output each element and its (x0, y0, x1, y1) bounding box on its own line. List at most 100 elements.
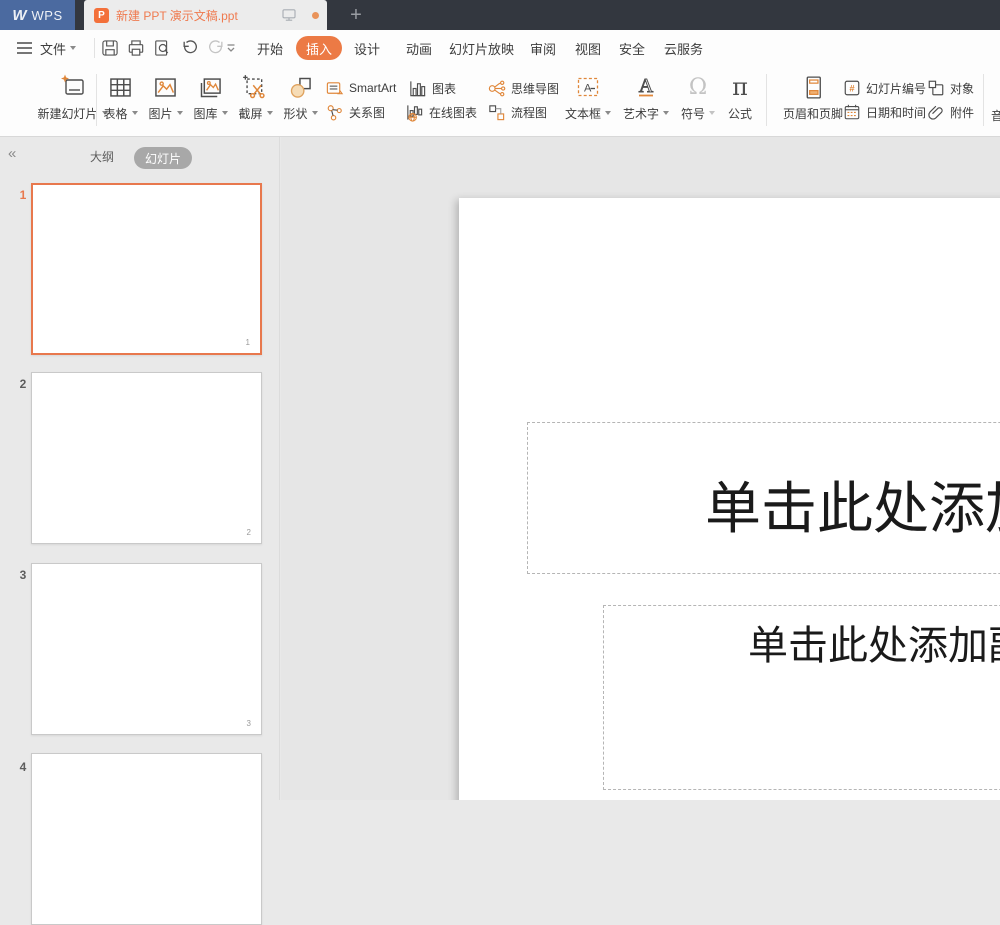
picture-caret-icon (177, 111, 183, 115)
attachment-label: 附件 (950, 104, 974, 121)
titlebar: W WPS P 新建 PPT 演示文稿.ppt + (0, 0, 1000, 30)
object-button[interactable]: 对象 (927, 77, 974, 99)
slide-number-label: 幻灯片编号 (866, 80, 926, 97)
subtitle-placeholder-text[interactable]: 单击此处添加副标题 (748, 613, 1000, 671)
symbol-caret-icon (709, 111, 715, 115)
tab-slides[interactable]: 幻灯片 (134, 147, 192, 169)
menubar: 文件 开始 插入 设计 动画 幻灯片放映 审阅 视图 安全 云服务 (0, 30, 1000, 66)
print-button[interactable] (126, 38, 146, 58)
slide-3-number: 3 (16, 568, 30, 582)
shapes-caret-icon (312, 111, 318, 115)
redo-button[interactable] (206, 38, 226, 58)
wordart-icon: A (632, 70, 660, 104)
shapes-icon (287, 70, 314, 104)
textbox-icon: A (574, 70, 602, 104)
wps-logo[interactable]: W WPS (0, 0, 75, 30)
new-slide-icon (59, 70, 87, 104)
ppt-file-icon: P (94, 8, 109, 23)
online-chart-label: 在线图表 (429, 104, 477, 121)
online-chart-icon (405, 103, 424, 122)
object-icon (927, 79, 945, 97)
main-menu-button[interactable]: 文件 (16, 30, 76, 66)
mindmap-label: 思维导图 (511, 80, 559, 97)
symbol-button[interactable]: Ω 符号 (676, 70, 720, 122)
tab-design[interactable]: 设计 (354, 30, 380, 66)
mindmap-icon (487, 79, 506, 98)
textbox-label: 文本框 (565, 105, 601, 122)
header-footer-label: 页眉和页脚 (783, 105, 843, 122)
chart-button[interactable]: 图表 (408, 77, 456, 99)
quick-toolbar-options-caret[interactable] (226, 30, 236, 66)
new-tab-button[interactable]: + (336, 0, 376, 30)
slide-4-number: 4 (16, 760, 30, 774)
formula-label: 公式 (728, 105, 752, 122)
tab-insert[interactable]: 插入 (296, 36, 342, 60)
ribbon-divider (96, 74, 97, 126)
screenshot-label: 截屏 (238, 105, 262, 122)
save-button[interactable] (100, 38, 120, 58)
ribbon-insert: 新建幻灯片 表格 图片 图库 (0, 66, 1000, 137)
unsaved-indicator-dot (312, 12, 319, 19)
audio-button-partial[interactable]: 音 (991, 104, 1000, 126)
textbox-button[interactable]: A 文本框 (562, 70, 614, 122)
wordart-label: 艺术字 (623, 105, 659, 122)
attachment-paperclip-icon (927, 103, 945, 121)
svg-text:#: # (849, 84, 855, 95)
slide-2-thumbnail[interactable]: 2 (31, 372, 262, 544)
table-button[interactable]: 表格 (98, 70, 143, 122)
tab-outline[interactable]: 大纲 (90, 148, 114, 165)
formula-button[interactable]: π 公式 (720, 70, 760, 122)
ribbon-divider (766, 74, 767, 126)
new-slide-label: 新建幻灯片 (37, 105, 97, 122)
smartart-button[interactable]: SmartArt (325, 77, 396, 99)
flowchart-button[interactable]: 流程图 (487, 101, 547, 123)
textbox-caret-icon (605, 111, 611, 115)
tab-home[interactable]: 开始 (257, 30, 283, 66)
slide-1-number: 1 (16, 188, 30, 202)
smartart-icon (325, 79, 344, 98)
smartart-label: SmartArt (349, 81, 396, 95)
gallery-button[interactable]: 图库 (188, 70, 233, 122)
tab-animation[interactable]: 动画 (406, 30, 432, 66)
slide-4-thumbnail[interactable] (31, 753, 262, 925)
slide-2-page-number: 2 (247, 528, 251, 537)
tab-review[interactable]: 审阅 (530, 30, 556, 66)
chart-label: 图表 (432, 80, 456, 97)
tab-security[interactable]: 安全 (619, 30, 645, 66)
shapes-button[interactable]: 形状 (278, 70, 323, 122)
object-label: 对象 (950, 80, 974, 97)
tab-cloud[interactable]: 云服务 (664, 30, 703, 66)
collapse-panel-button[interactable]: « (8, 145, 16, 162)
slide-1-thumbnail[interactable]: 1 (31, 183, 262, 355)
document-tab-title: 新建 PPT 演示文稿.ppt (116, 7, 274, 24)
relation-chart-label: 关系图 (349, 104, 385, 121)
title-placeholder-text[interactable]: 单击此处添加标题 (705, 464, 1000, 545)
slide-3-thumbnail[interactable]: 3 (31, 563, 262, 735)
slide-page[interactable]: 单击此处添加标题 单击此处添加副标题 (459, 198, 1000, 800)
mindmap-button[interactable]: 思维导图 (487, 77, 559, 99)
attachment-button[interactable]: 附件 (927, 101, 974, 123)
tab-slideshow[interactable]: 幻灯片放映 (449, 30, 514, 66)
file-menu-label: 文件 (40, 39, 66, 58)
gallery-icon (197, 70, 224, 104)
datetime-label: 日期和时间 (866, 104, 926, 121)
online-chart-button[interactable]: 在线图表 (405, 101, 477, 123)
wps-logo-icon: W (12, 7, 26, 24)
undo-button[interactable] (180, 38, 200, 58)
datetime-button[interactable]: 日期和时间 (843, 101, 926, 123)
print-preview-button[interactable] (152, 38, 172, 58)
chart-icon (408, 79, 427, 98)
slide-number-button[interactable]: # 幻灯片编号 (843, 77, 926, 99)
header-footer-button[interactable]: 页眉和页脚 (778, 70, 848, 122)
flowchart-icon (487, 103, 506, 122)
file-menu-caret-icon (70, 46, 76, 50)
tab-view[interactable]: 视图 (575, 30, 601, 66)
present-monitor-icon[interactable] (281, 7, 297, 23)
document-tab[interactable]: P 新建 PPT 演示文稿.ppt (84, 0, 327, 30)
relation-chart-button[interactable]: 关系图 (325, 101, 385, 123)
picture-button[interactable]: 图片 (143, 70, 188, 122)
screenshot-button[interactable]: 截屏 (233, 70, 278, 122)
table-icon (107, 70, 134, 104)
wordart-button[interactable]: A 艺术字 (620, 70, 672, 122)
picture-label: 图片 (148, 105, 172, 122)
